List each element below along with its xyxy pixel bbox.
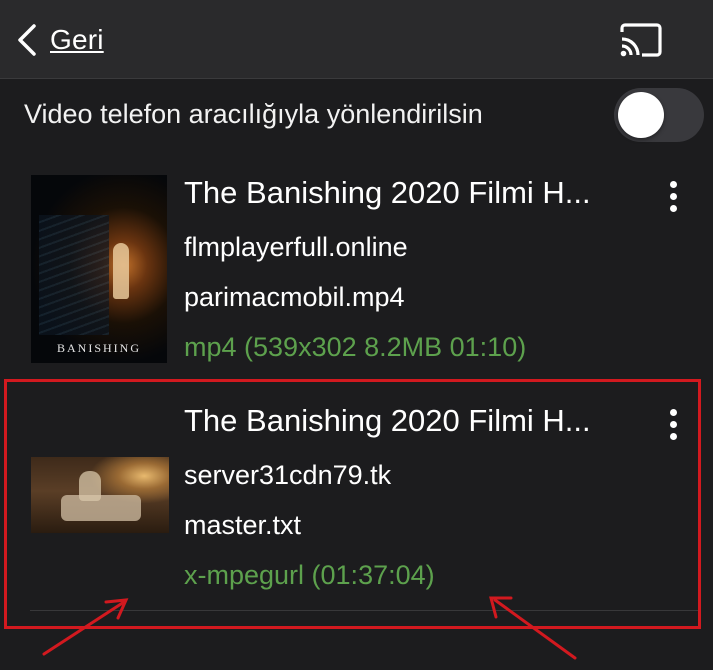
annotation-highlight-box (4, 379, 701, 629)
video-meta: mp4 (539x302 8.2MB 01:10) (184, 332, 527, 362)
route-video-label: Video telefon aracılığıyla yönlendirilsi… (24, 99, 483, 129)
top-bar: Geri (0, 0, 713, 79)
video-title: The Banishing 2020 Filmi H... (184, 175, 591, 210)
poster-title: BANISHING (57, 341, 141, 355)
route-video-row: Video telefon aracılığıyla yönlendirilsi… (0, 79, 713, 157)
back-button[interactable]: Geri (14, 20, 104, 60)
cast-button[interactable] (618, 22, 664, 58)
video-filename: parimacmobil.mp4 (184, 282, 405, 312)
back-label: Geri (50, 24, 104, 55)
route-video-toggle[interactable] (614, 88, 704, 142)
chevron-left-icon (18, 24, 36, 56)
poster-figure (113, 243, 129, 299)
cast-icon (620, 23, 662, 57)
toggle-knob (618, 92, 664, 138)
more-options-button[interactable] (661, 176, 685, 216)
video-domain: flmplayerfull.online (184, 232, 408, 262)
video-thumbnail: BANISHING (31, 175, 167, 363)
video-list-item[interactable]: BANISHING The Banishing 2020 Filmi H... … (0, 160, 713, 370)
poster-stairs (39, 215, 109, 335)
more-vertical-icon (669, 180, 677, 188)
